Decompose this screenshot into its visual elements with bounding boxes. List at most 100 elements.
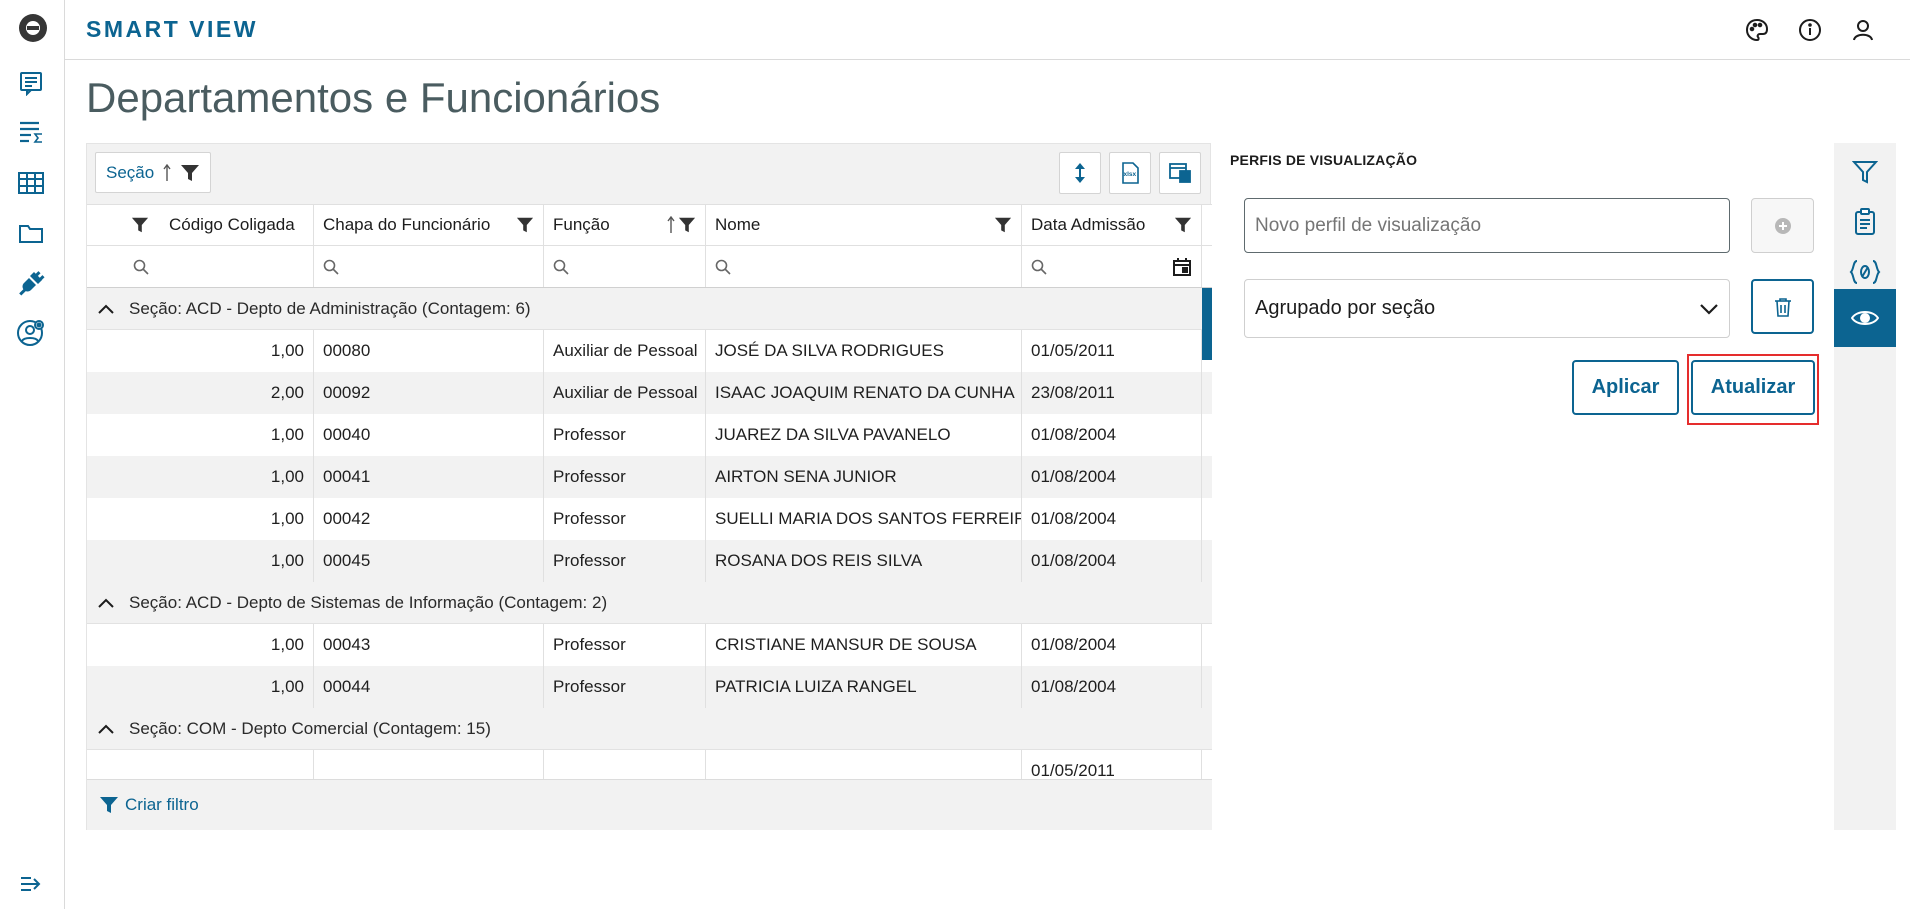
cell-data: 23/08/2011 bbox=[1022, 372, 1202, 414]
table-row[interactable]: 1,00 00043 Professor CRISTIANE MANSUR DE SO… bbox=[87, 624, 1212, 666]
export-xlsx-button[interactable]: xlsx bbox=[1109, 152, 1151, 194]
col-header-more bbox=[1202, 205, 1212, 245]
filter-cell-funcao[interactable] bbox=[544, 246, 706, 287]
cell-funcao: Professor bbox=[544, 540, 706, 582]
cell-codigo: 1,00 bbox=[87, 540, 314, 582]
folder-icon[interactable] bbox=[14, 216, 48, 250]
search-icon bbox=[715, 259, 731, 275]
cell-codigo: 1,00 bbox=[87, 414, 314, 456]
cell-nome: PATRICIA LUIZA RANGEL bbox=[706, 666, 1022, 708]
info-icon[interactable] bbox=[1794, 14, 1826, 46]
filter-row bbox=[87, 246, 1212, 288]
filter-cell-nome[interactable] bbox=[706, 246, 1022, 287]
col-label: Data Admissão bbox=[1031, 215, 1146, 234]
cell-data: 01/05/2011 bbox=[1022, 750, 1202, 779]
filter-icon[interactable] bbox=[180, 163, 200, 183]
group-row[interactable]: Seção: ACD - Depto de Administração (Con… bbox=[87, 288, 1212, 330]
col-label: Nome bbox=[715, 215, 761, 234]
table-icon[interactable] bbox=[14, 166, 48, 200]
cell-data: 01/08/2004 bbox=[1022, 666, 1202, 708]
table-row[interactable]: 1,00 00080 Auxiliar de Pessoal JOSÉ DA SILV… bbox=[87, 330, 1212, 372]
group-chip-secao[interactable]: Seção bbox=[95, 152, 212, 193]
cell-funcao: Professor bbox=[544, 666, 706, 708]
table-row[interactable]: 1,00 00041 Professor AIRTON SENA JUNIOR 01/0… bbox=[87, 456, 1212, 498]
col-header-data[interactable]: Data Admissão bbox=[1022, 205, 1202, 245]
group-row[interactable]: Seção: COM - Depto Comercial (Contagem: … bbox=[87, 708, 1212, 750]
table-row[interactable]: 1,00 00040 Professor JUAREZ DA SILVA PAVANE… bbox=[87, 414, 1212, 456]
filter-cell-codigo[interactable] bbox=[87, 246, 314, 287]
column-chooser-button[interactable] bbox=[1159, 152, 1201, 194]
filter-icon[interactable] bbox=[678, 216, 696, 234]
sum-report-icon[interactable] bbox=[14, 115, 48, 149]
cell-nome: SUELLI MARIA DOS SANTOS FERREIRA bbox=[706, 498, 1022, 540]
cell-chapa: 00080 bbox=[314, 330, 544, 372]
cell-more bbox=[1202, 750, 1212, 779]
filter-icon[interactable] bbox=[131, 216, 149, 234]
cell-nome: ISAAC JOAQUIM RENATO DA CUNHA bbox=[706, 372, 1022, 414]
cell-more bbox=[1202, 456, 1212, 498]
cell-codigo: 1,00 bbox=[87, 456, 314, 498]
user-settings-icon[interactable] bbox=[14, 316, 48, 350]
vertical-scrollbar[interactable] bbox=[1202, 288, 1212, 360]
add-profile-button[interactable] bbox=[1751, 198, 1814, 253]
filter-icon[interactable] bbox=[994, 216, 1012, 234]
table-row[interactable]: 2,00 00092 Auxiliar de Pessoal ISAAC JOAQUI… bbox=[87, 372, 1212, 414]
cell-codigo: 1,00 bbox=[87, 330, 314, 372]
cell-chapa: 00042 bbox=[314, 498, 544, 540]
app: SMART VIEW Departamentos e Funcionários … bbox=[0, 0, 1910, 909]
search-icon bbox=[1031, 259, 1047, 275]
app-brand: SMART VIEW bbox=[86, 16, 258, 42]
cell-nome: JOSÉ DA SILVA RODRIGUES bbox=[706, 330, 1022, 372]
calendar-icon[interactable] bbox=[1172, 257, 1192, 277]
col-header-chapa[interactable]: Chapa do Funcionário bbox=[314, 205, 544, 245]
delete-profile-button[interactable] bbox=[1751, 279, 1814, 334]
data-grid: Seção xlsx Código Coligada Chapa do Func… bbox=[86, 143, 1212, 830]
filter-icon[interactable] bbox=[1174, 216, 1192, 234]
chevron-up-icon[interactable] bbox=[95, 592, 117, 614]
sort-asc-icon[interactable] bbox=[162, 163, 172, 182]
cell-chapa: 00092 bbox=[314, 372, 544, 414]
table-row[interactable]: 01/05/2011 bbox=[87, 750, 1212, 779]
table-row[interactable]: 1,00 00044 Professor PATRICIA LUIZA RANGEL 0… bbox=[87, 666, 1212, 708]
chevron-up-icon[interactable] bbox=[95, 298, 117, 320]
filter-cell-data[interactable] bbox=[1022, 246, 1202, 287]
chevron-up-icon[interactable] bbox=[95, 718, 117, 740]
cell-funcao: Auxiliar de Pessoal bbox=[544, 372, 706, 414]
col-header-funcao[interactable]: Função bbox=[544, 205, 706, 245]
col-header-nome[interactable]: Nome bbox=[706, 205, 1022, 245]
search-icon bbox=[323, 259, 339, 275]
col-header-codigo[interactable]: Código Coligada bbox=[87, 205, 314, 245]
expand-menu-icon[interactable] bbox=[15, 868, 47, 900]
cell-data: 01/08/2004 bbox=[1022, 414, 1202, 456]
filter-icon[interactable] bbox=[516, 216, 534, 234]
group-label: Seção: ACD - Depto de Administração (Con… bbox=[129, 298, 531, 318]
filter-cell-chapa[interactable] bbox=[314, 246, 544, 287]
cell-chapa: 00045 bbox=[314, 540, 544, 582]
user-icon[interactable] bbox=[1847, 14, 1879, 46]
group-label: Seção: COM - Depto Comercial (Contagem: … bbox=[129, 718, 491, 738]
palette-icon[interactable] bbox=[1741, 14, 1773, 46]
view-profiles-icon[interactable] bbox=[1834, 289, 1896, 347]
row-height-button[interactable] bbox=[1059, 152, 1101, 194]
header-row: Código Coligada Chapa do Funcionário Fun… bbox=[87, 204, 1212, 246]
cell-chapa: 00044 bbox=[314, 666, 544, 708]
plugin-icon[interactable] bbox=[14, 266, 48, 300]
totvs-logo-icon[interactable] bbox=[17, 12, 49, 44]
filter-icon bbox=[100, 797, 118, 813]
group-row[interactable]: Seção: ACD - Depto de Sistemas de Inform… bbox=[87, 582, 1212, 624]
cell-funcao: Professor bbox=[544, 498, 706, 540]
create-filter-link[interactable]: Criar filtro bbox=[87, 779, 1212, 830]
left-nav bbox=[0, 0, 65, 909]
cell-funcao: Professor bbox=[544, 624, 706, 666]
sort-asc-icon[interactable] bbox=[666, 216, 676, 234]
new-profile-input[interactable] bbox=[1244, 198, 1730, 253]
profile-select-value: Agrupado por seção bbox=[1255, 297, 1436, 319]
cell-more bbox=[1202, 666, 1212, 708]
report-icon[interactable] bbox=[14, 66, 48, 100]
profile-select[interactable]: Agrupado por seção bbox=[1244, 279, 1730, 338]
table-row[interactable]: 1,00 00042 Professor SUELLI MARIA DOS SANTO… bbox=[87, 498, 1212, 540]
cell-more bbox=[1202, 414, 1212, 456]
cell-nome bbox=[706, 750, 1022, 779]
table-row[interactable]: 1,00 00045 Professor ROSANA DOS REIS SILVA 0… bbox=[87, 540, 1212, 582]
apply-button[interactable]: Aplicar bbox=[1572, 360, 1679, 415]
